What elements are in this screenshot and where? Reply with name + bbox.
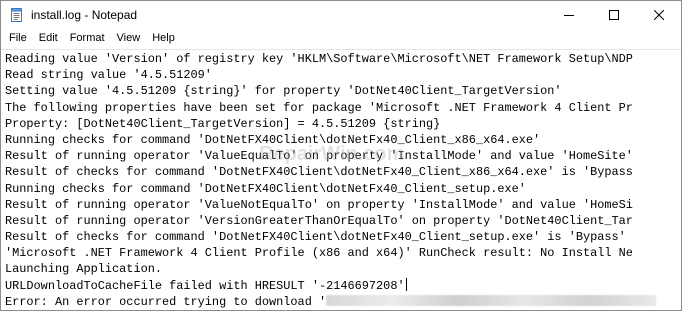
- text-caret: [405, 277, 407, 291]
- minimize-button[interactable]: [546, 1, 591, 29]
- log-line-error: Error: An error occurred trying to downl…: [5, 294, 681, 310]
- menu-edit[interactable]: Edit: [33, 29, 64, 48]
- menu-view[interactable]: View: [111, 29, 147, 48]
- close-button[interactable]: [636, 1, 681, 29]
- log-line: Result of running operator 'ValueEqualTo…: [5, 149, 633, 164]
- notepad-window: install.log - Notepad File Edit Format V…: [0, 0, 682, 311]
- log-line: Running checks for command 'DotNetFX40Cl…: [5, 132, 541, 147]
- log-line: Result of running operator 'VersionGreat…: [5, 213, 633, 228]
- log-line: Result of running operator 'ValueNotEqua…: [5, 197, 633, 212]
- maximize-button[interactable]: [591, 1, 636, 29]
- log-line: Running checks for command 'DotNetFX40Cl…: [5, 181, 526, 196]
- notepad-app-icon: [9, 7, 25, 23]
- log-line: Launching Application.: [5, 262, 162, 277]
- redacted-url: [326, 294, 657, 306]
- log-line-text: URLDownloadToCacheFile failed with HRESU…: [5, 278, 405, 293]
- window-title: install.log - Notepad: [31, 8, 138, 22]
- log-line: Reading value 'Version' of registry key …: [5, 52, 633, 66]
- log-line: Setting value '4.5.51209 {string}' for p…: [5, 84, 562, 99]
- title-bar[interactable]: install.log - Notepad: [1, 1, 681, 29]
- log-line: Result of checks for command 'DotNetFX40…: [5, 230, 626, 245]
- menu-format[interactable]: Format: [64, 29, 111, 48]
- log-line: 'Microsoft .NET Framework 4 Client Profi…: [5, 246, 633, 261]
- log-line-with-caret: URLDownloadToCacheFile failed with HRESU…: [5, 277, 681, 294]
- window-controls: [546, 1, 681, 29]
- menu-help[interactable]: Help: [146, 29, 181, 48]
- close-icon: [653, 10, 664, 20]
- log-line: Result of checks for command 'DotNetFX40…: [5, 165, 633, 180]
- log-line: Read string value '4.5.51209': [5, 68, 212, 83]
- error-line-text: Error: An error occurred trying to downl…: [5, 294, 327, 309]
- log-line: The following properties have been set f…: [5, 100, 633, 115]
- menu-bar: File Edit Format View Help: [1, 29, 681, 48]
- text-editor-area[interactable]: Reading value 'Version' of registry key …: [1, 49, 681, 310]
- minimize-icon: [563, 10, 574, 20]
- menu-file[interactable]: File: [3, 29, 33, 48]
- maximize-icon: [608, 10, 619, 20]
- log-line: Property: [DotNet40Client_TargetVersion]…: [5, 116, 441, 131]
